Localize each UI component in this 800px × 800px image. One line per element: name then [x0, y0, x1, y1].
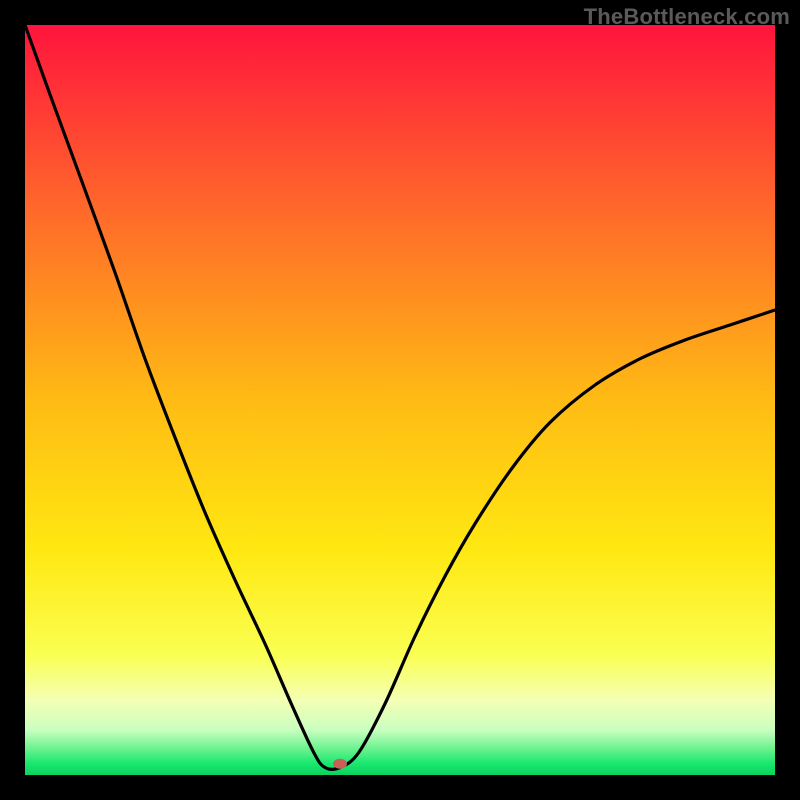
gradient-background	[25, 25, 775, 775]
chart-svg	[25, 25, 775, 775]
plot-area	[25, 25, 775, 775]
chart-frame: TheBottleneck.com	[0, 0, 800, 800]
optimal-point-marker	[333, 759, 347, 769]
